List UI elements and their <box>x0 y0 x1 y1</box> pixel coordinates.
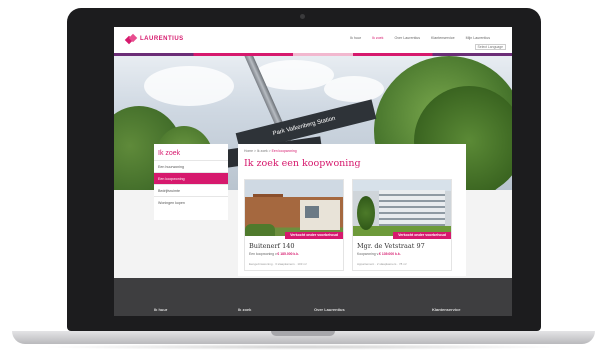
property-price: Een koopwoning v.€ 185.000 k.k. <box>249 252 299 256</box>
sidebar-title: Ik zoek <box>158 150 181 157</box>
sidebar-item-een-koopwoning[interactable]: Een koopwoning <box>154 172 228 184</box>
breadcrumb-separator: > <box>268 149 271 153</box>
laptop-shadow <box>40 344 567 350</box>
property-meta: Eengezinswoning · 3 slaapkamers · 103 m² <box>249 262 307 266</box>
site-header: LAURENTIUS Ik huur Ik zoek Over Laurenti… <box>114 27 512 53</box>
language-select[interactable]: Select Language <box>474 44 506 50</box>
footer-link-klantenservice[interactable]: Klantenservice <box>432 307 460 312</box>
nav-item-ik-zoek[interactable]: Ik zoek <box>372 36 383 40</box>
footer-link-ik-zoek[interactable]: Ik zoek <box>238 307 251 312</box>
status-badge: Verkocht onder voorbehoud <box>285 232 343 239</box>
breadcrumb-ik-zoek[interactable]: Ik zoek <box>257 149 268 153</box>
property-card[interactable]: Verkocht onder voorbehoud Buitenerf 140 … <box>244 179 344 271</box>
price-value: € 185.000 k.k. <box>277 252 300 256</box>
nav-item-klantenservice[interactable]: Klantenservice <box>431 36 455 40</box>
price-prefix: Een koopwoning v. <box>249 252 278 256</box>
price-prefix: Koopwoning v. <box>357 252 379 256</box>
page-title: Ik zoek een koopwoning <box>244 158 361 169</box>
camera-icon <box>300 14 305 19</box>
property-address[interactable]: Buitenerf 140 <box>249 242 295 250</box>
logo-icon <box>126 35 136 43</box>
breadcrumb: Home > Ik zoek > Een koopwoning <box>244 149 297 153</box>
sidebar-item-woningen-kopen[interactable]: Woningen kopen <box>154 196 228 208</box>
site-footer: Ik huur Ik zoek Over Laurentius Klantens… <box>114 278 512 316</box>
sidebar-item-bedrijfsruimte[interactable]: Bedrijfsruimte <box>154 184 228 196</box>
sidebar-item-een-huurwoning[interactable]: Een huurwoning <box>154 160 228 172</box>
breadcrumb-home[interactable]: Home <box>244 149 253 153</box>
browser-screen: LAURENTIUS Ik huur Ik zoek Over Laurenti… <box>114 27 512 316</box>
footer-link-over-laurentius[interactable]: Over Laurentius <box>314 307 345 312</box>
nav-item-over-laurentius[interactable]: Over Laurentius <box>394 36 420 40</box>
logo-text: LAURENTIUS <box>140 36 184 42</box>
breadcrumb-separator: > <box>254 149 256 153</box>
nav-item-mijn-laurentius[interactable]: Mijn Laurentius <box>466 36 490 40</box>
logo[interactable]: LAURENTIUS <box>126 35 184 43</box>
status-badge: Verkocht onder voorbehoud <box>393 232 451 239</box>
nav-item-ik-huur[interactable]: Ik huur <box>350 36 361 40</box>
property-photo[interactable] <box>353 180 451 236</box>
property-card[interactable]: Verkocht onder voorbehoud Mgr. de Vetstr… <box>352 179 452 271</box>
property-price: Koopwoning v.€ 139.000 k.k. <box>357 252 401 256</box>
sidebar: Ik zoek Een huurwoning Een koopwoning Be… <box>154 144 228 220</box>
price-value: € 139.000 k.k. <box>379 252 401 256</box>
footer-link-ik-huur[interactable]: Ik huur <box>154 307 167 312</box>
laptop-mockup: LAURENTIUS Ik huur Ik zoek Over Laurenti… <box>0 0 606 356</box>
main-nav: Ik huur Ik zoek Over Laurentius Klantens… <box>350 36 490 40</box>
main-content: Home > Ik zoek > Een koopwoning Ik zoek … <box>238 144 466 276</box>
breadcrumb-current: Een koopwoning <box>271 149 297 153</box>
property-photo[interactable] <box>245 180 343 236</box>
property-meta: Appartement · 2 slaapkamers · 78 m² <box>357 262 407 266</box>
property-address[interactable]: Mgr. de Vetstraat 97 <box>357 242 425 250</box>
laptop-notch <box>271 331 335 336</box>
